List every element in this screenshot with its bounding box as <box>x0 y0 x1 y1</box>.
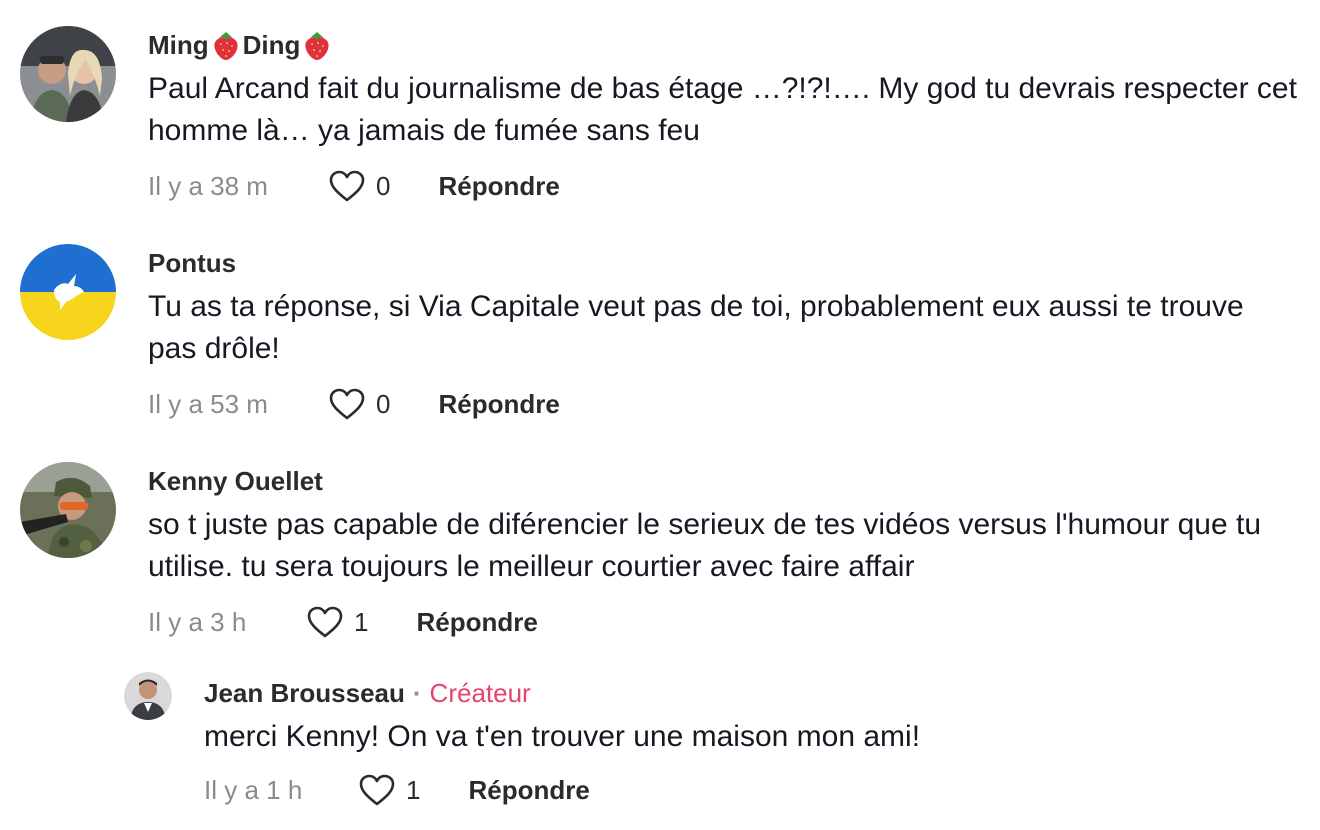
comment-author[interactable]: Jean Brousseau · Créateur <box>204 676 1300 710</box>
like-count: 1 <box>354 606 369 637</box>
comment-item: Pontus Tu as ta réponse, si Via Capitale… <box>0 218 1320 436</box>
comment-item: Ming Ding Paul Arcand fait du journalism… <box>0 0 1320 218</box>
author-name-suffix: Ding <box>242 30 301 60</box>
like-button[interactable]: 0 <box>328 169 390 203</box>
heart-outline-icon <box>329 170 365 202</box>
comment-time: Il y a 38 m <box>148 170 268 201</box>
heart-outline-icon <box>359 774 395 806</box>
comment-author[interactable]: Pontus <box>148 246 1300 280</box>
avatar[interactable] <box>20 26 116 122</box>
like-button[interactable]: 0 <box>328 387 390 421</box>
avatar[interactable] <box>124 672 172 720</box>
avatar[interactable] <box>20 244 116 340</box>
like-count: 0 <box>376 388 391 419</box>
avatar[interactable] <box>20 462 116 558</box>
reply-item: Jean Brousseau · Créateur merci Kenny! O… <box>0 654 1320 830</box>
comment-text: so t juste pas capable de diférencier le… <box>148 508 1262 583</box>
reply-button[interactable]: Répondre <box>468 775 589 806</box>
reply-button[interactable]: Répondre <box>438 389 559 420</box>
like-button[interactable]: 1 <box>306 605 368 639</box>
author-separator: · <box>412 678 422 708</box>
comment-author[interactable]: Ming Ding <box>148 28 1300 62</box>
comment-item: Kenny Ouellet so t juste pas capable de … <box>0 436 1320 654</box>
comment-time: Il y a 53 m <box>148 388 268 419</box>
avatar-photo-icon <box>20 26 116 122</box>
comment-text: merci Kenny! On va t'en trouver une mais… <box>204 720 921 753</box>
avatar-photo-icon <box>20 462 116 558</box>
author-name: Jean Brousseau <box>204 678 405 708</box>
author-name: Pontus <box>148 248 237 278</box>
comments-list: Ming Ding Paul Arcand fait du journalism… <box>0 0 1320 830</box>
author-name: Kenny Ouellet <box>148 466 323 496</box>
comment-author[interactable]: Kenny Ouellet <box>148 464 1300 498</box>
like-count: 1 <box>406 774 421 805</box>
dove-flag-icon <box>20 244 116 340</box>
avatar-photo-icon <box>124 672 172 720</box>
comment-time: Il y a 1 h <box>204 774 303 805</box>
comment-text: Paul Arcand fait du journalisme de bas é… <box>148 72 1297 147</box>
creator-badge: Créateur <box>429 678 531 708</box>
comment-time: Il y a 3 h <box>148 606 247 637</box>
author-name: Ming <box>148 30 209 60</box>
comment-text: Tu as ta réponse, si Via Capitale veut p… <box>148 290 1244 365</box>
like-count: 0 <box>376 170 391 201</box>
heart-outline-icon <box>329 388 365 420</box>
reply-button[interactable]: Répondre <box>438 171 559 202</box>
reply-button[interactable]: Répondre <box>416 607 537 638</box>
heart-outline-icon <box>307 606 343 638</box>
like-button[interactable]: 1 <box>358 773 420 807</box>
strawberry-icon <box>305 32 330 60</box>
strawberry-icon <box>214 32 238 60</box>
